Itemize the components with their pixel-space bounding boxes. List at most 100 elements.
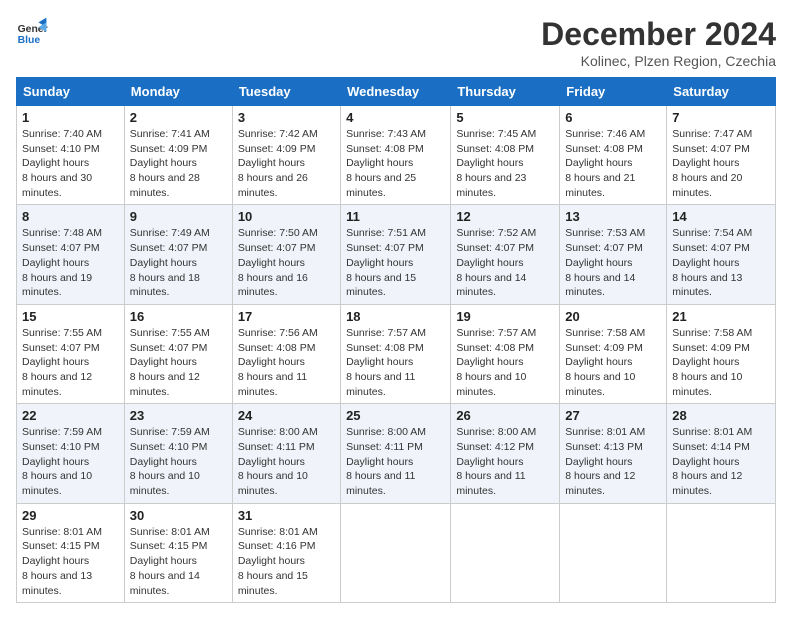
calendar-cell xyxy=(451,503,560,602)
day-number: 29 xyxy=(22,508,119,523)
day-number: 31 xyxy=(238,508,335,523)
day-number: 6 xyxy=(565,110,661,125)
weekday-header-friday: Friday xyxy=(560,78,667,106)
calendar-cell: 12 Sunrise: 7:52 AMSunset: 4:07 PMDayligh… xyxy=(451,205,560,304)
page-header: General Blue December 2024 Kolinec, Plze… xyxy=(16,16,776,69)
day-number: 8 xyxy=(22,209,119,224)
calendar-cell: 8 Sunrise: 7:48 AMSunset: 4:07 PMDaylight… xyxy=(17,205,125,304)
day-info: Sunrise: 7:56 AMSunset: 4:08 PMDaylight … xyxy=(238,326,335,399)
day-number: 16 xyxy=(130,309,227,324)
title-block: December 2024 Kolinec, Plzen Region, Cze… xyxy=(541,16,776,69)
weekday-header-thursday: Thursday xyxy=(451,78,560,106)
calendar-cell: 18Sunrise: 7:57 AMSunset: 4:08 PMDayligh… xyxy=(341,304,451,403)
month-title: December 2024 xyxy=(541,16,776,53)
day-number: 10 xyxy=(238,209,335,224)
day-number: 9 xyxy=(130,209,227,224)
day-info: Sunrise: 7:40 AMSunset: 4:10 PMDaylight … xyxy=(22,127,119,200)
calendar-cell: 14 Sunrise: 7:54 AMSunset: 4:07 PMDayligh… xyxy=(667,205,776,304)
weekday-header-row: SundayMondayTuesdayWednesdayThursdayFrid… xyxy=(17,78,776,106)
calendar-cell: 6Sunrise: 7:46 AMSunset: 4:08 PMDaylight… xyxy=(560,106,667,205)
location-subtitle: Kolinec, Plzen Region, Czechia xyxy=(541,53,776,69)
day-number: 3 xyxy=(238,110,335,125)
calendar-cell xyxy=(560,503,667,602)
day-number: 5 xyxy=(456,110,554,125)
day-info: Sunrise: 7:52 AMSunset: 4:07 PMDaylight … xyxy=(456,226,554,299)
day-info: Sunrise: 8:00 AMSunset: 4:12 PMDaylight … xyxy=(456,425,554,498)
calendar-cell: 22 Sunrise: 7:59 AMSunset: 4:10 PMDayligh… xyxy=(17,404,125,503)
calendar-cell: 21 Sunrise: 7:58 AMSunset: 4:09 PMDayligh… xyxy=(667,304,776,403)
calendar-cell: 23Sunrise: 7:59 AMSunset: 4:10 PMDayligh… xyxy=(124,404,232,503)
day-info: Sunrise: 8:01 AMSunset: 4:14 PMDaylight … xyxy=(672,425,770,498)
day-info: Sunrise: 8:01 AMSunset: 4:16 PMDaylight … xyxy=(238,525,335,598)
calendar-cell: 1 Sunrise: 7:40 AMSunset: 4:10 PMDaylight… xyxy=(17,106,125,205)
day-number: 26 xyxy=(456,408,554,423)
day-info: Sunrise: 7:50 AMSunset: 4:07 PMDaylight … xyxy=(238,226,335,299)
calendar-cell: 16Sunrise: 7:55 AMSunset: 4:07 PMDayligh… xyxy=(124,304,232,403)
day-number: 1 xyxy=(22,110,119,125)
weekday-header-saturday: Saturday xyxy=(667,78,776,106)
weekday-header-wednesday: Wednesday xyxy=(341,78,451,106)
day-number: 4 xyxy=(346,110,445,125)
day-info: Sunrise: 7:55 AMSunset: 4:07 PMDaylight … xyxy=(22,326,119,399)
day-number: 22 xyxy=(22,408,119,423)
day-info: Sunrise: 8:01 AMSunset: 4:15 PMDaylight … xyxy=(22,525,119,598)
day-number: 15 xyxy=(22,309,119,324)
day-info: Sunrise: 7:41 AMSunset: 4:09 PMDaylight … xyxy=(130,127,227,200)
day-number: 28 xyxy=(672,408,770,423)
day-number: 24 xyxy=(238,408,335,423)
day-info: Sunrise: 7:58 AMSunset: 4:09 PMDaylight … xyxy=(672,326,770,399)
calendar-table: SundayMondayTuesdayWednesdayThursdayFrid… xyxy=(16,77,776,603)
weekday-header-sunday: Sunday xyxy=(17,78,125,106)
calendar-week-3: 15 Sunrise: 7:55 AMSunset: 4:07 PMDayligh… xyxy=(17,304,776,403)
calendar-cell: 20Sunrise: 7:58 AMSunset: 4:09 PMDayligh… xyxy=(560,304,667,403)
day-number: 23 xyxy=(130,408,227,423)
calendar-cell: 27 Sunrise: 8:01 AMSunset: 4:13 PMDayligh… xyxy=(560,404,667,503)
calendar-cell: 2 Sunrise: 7:41 AMSunset: 4:09 PMDaylight… xyxy=(124,106,232,205)
day-info: Sunrise: 7:51 AMSunset: 4:07 PMDaylight … xyxy=(346,226,445,299)
calendar-cell: 24 Sunrise: 8:00 AMSunset: 4:11 PMDayligh… xyxy=(232,404,340,503)
logo: General Blue xyxy=(16,16,48,48)
calendar-cell: 15 Sunrise: 7:55 AMSunset: 4:07 PMDayligh… xyxy=(17,304,125,403)
calendar-cell: 10 Sunrise: 7:50 AMSunset: 4:07 PMDayligh… xyxy=(232,205,340,304)
day-info: Sunrise: 7:47 AMSunset: 4:07 PMDaylight … xyxy=(672,127,770,200)
calendar-cell: 9Sunrise: 7:49 AMSunset: 4:07 PMDaylight… xyxy=(124,205,232,304)
day-info: Sunrise: 7:54 AMSunset: 4:07 PMDaylight … xyxy=(672,226,770,299)
calendar-cell: 3 Sunrise: 7:42 AMSunset: 4:09 PMDaylight… xyxy=(232,106,340,205)
calendar-cell: 26 Sunrise: 8:00 AMSunset: 4:12 PMDayligh… xyxy=(451,404,560,503)
day-info: Sunrise: 7:42 AMSunset: 4:09 PMDaylight … xyxy=(238,127,335,200)
calendar-cell: 7Sunrise: 7:47 AMSunset: 4:07 PMDaylight… xyxy=(667,106,776,205)
day-number: 21 xyxy=(672,309,770,324)
day-info: Sunrise: 8:00 AMSunset: 4:11 PMDaylight … xyxy=(238,425,335,498)
calendar-cell: 5 Sunrise: 7:45 AMSunset: 4:08 PMDaylight… xyxy=(451,106,560,205)
day-number: 20 xyxy=(565,309,661,324)
calendar-cell xyxy=(667,503,776,602)
day-number: 30 xyxy=(130,508,227,523)
calendar-cell: 29 Sunrise: 8:01 AMSunset: 4:15 PMDayligh… xyxy=(17,503,125,602)
calendar-week-5: 29 Sunrise: 8:01 AMSunset: 4:15 PMDayligh… xyxy=(17,503,776,602)
day-number: 11 xyxy=(346,209,445,224)
weekday-header-monday: Monday xyxy=(124,78,232,106)
day-info: Sunrise: 7:59 AMSunset: 4:10 PMDaylight … xyxy=(22,425,119,498)
day-info: Sunrise: 7:57 AMSunset: 4:08 PMDaylight … xyxy=(456,326,554,399)
day-info: Sunrise: 7:43 AMSunset: 4:08 PMDaylight … xyxy=(346,127,445,200)
day-number: 14 xyxy=(672,209,770,224)
calendar-cell: 28 Sunrise: 8:01 AMSunset: 4:14 PMDayligh… xyxy=(667,404,776,503)
day-info: Sunrise: 7:57 AMSunset: 4:08 PMDaylight … xyxy=(346,326,445,399)
day-number: 12 xyxy=(456,209,554,224)
day-number: 2 xyxy=(130,110,227,125)
day-number: 25 xyxy=(346,408,445,423)
day-info: Sunrise: 7:45 AMSunset: 4:08 PMDaylight … xyxy=(456,127,554,200)
day-info: Sunrise: 8:01 AMSunset: 4:15 PMDaylight … xyxy=(130,525,227,598)
calendar-cell: 31 Sunrise: 8:01 AMSunset: 4:16 PMDayligh… xyxy=(232,503,340,602)
calendar-week-4: 22 Sunrise: 7:59 AMSunset: 4:10 PMDayligh… xyxy=(17,404,776,503)
day-info: Sunrise: 7:48 AMSunset: 4:07 PMDaylight … xyxy=(22,226,119,299)
calendar-cell: 11 Sunrise: 7:51 AMSunset: 4:07 PMDayligh… xyxy=(341,205,451,304)
day-info: Sunrise: 8:01 AMSunset: 4:13 PMDaylight … xyxy=(565,425,661,498)
calendar-cell: 4 Sunrise: 7:43 AMSunset: 4:08 PMDaylight… xyxy=(341,106,451,205)
calendar-cell: 30 Sunrise: 8:01 AMSunset: 4:15 PMDayligh… xyxy=(124,503,232,602)
logo-icon: General Blue xyxy=(16,16,48,48)
calendar-cell: 17Sunrise: 7:56 AMSunset: 4:08 PMDayligh… xyxy=(232,304,340,403)
day-number: 27 xyxy=(565,408,661,423)
calendar-cell: 13Sunrise: 7:53 AMSunset: 4:07 PMDayligh… xyxy=(560,205,667,304)
calendar-cell: 25Sunrise: 8:00 AMSunset: 4:11 PMDayligh… xyxy=(341,404,451,503)
